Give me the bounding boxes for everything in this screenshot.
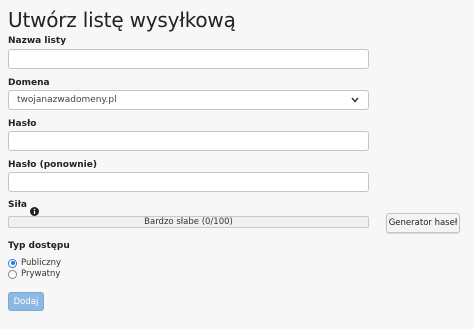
radio-private-label: Prywatny	[21, 269, 61, 279]
password-label: Hasło	[8, 119, 37, 129]
page-title: Utwórz listę wysyłkową	[8, 8, 236, 32]
password-input[interactable]	[8, 131, 369, 151]
add-button[interactable]: Dodaj	[8, 292, 44, 311]
domain-select[interactable]: twojanazwadomeny.pl	[8, 90, 369, 110]
domain-label: Domena	[8, 78, 50, 88]
password-repeat-input[interactable]	[8, 172, 369, 192]
list-name-input[interactable]	[8, 49, 369, 69]
radio-public[interactable]: Publiczny	[8, 258, 61, 268]
strength-meter: Bardzo słabe (0/100)	[8, 216, 369, 228]
radio-private[interactable]: Prywatny	[8, 269, 60, 279]
radio-public-label: Publiczny	[21, 258, 62, 268]
strength-header: Siła	[8, 200, 39, 216]
password-generator-button[interactable]: Generator haseł	[386, 213, 460, 233]
radio-private-button[interactable]	[8, 269, 17, 279]
password-repeat-label: Hasło (ponownie)	[8, 160, 97, 170]
list-name-label: Nazwa listy	[8, 36, 67, 46]
radio-public-button[interactable]	[8, 258, 17, 268]
strength-text: Bardzo słabe (0/100)	[144, 217, 233, 227]
chevron-down-icon	[350, 95, 360, 105]
info-circle-icon[interactable]	[29, 201, 39, 216]
access-type-label: Typ dostępu	[8, 241, 70, 251]
domain-selected-value: twojanazwadomeny.pl	[17, 95, 117, 105]
strength-label: Siła	[8, 200, 27, 210]
